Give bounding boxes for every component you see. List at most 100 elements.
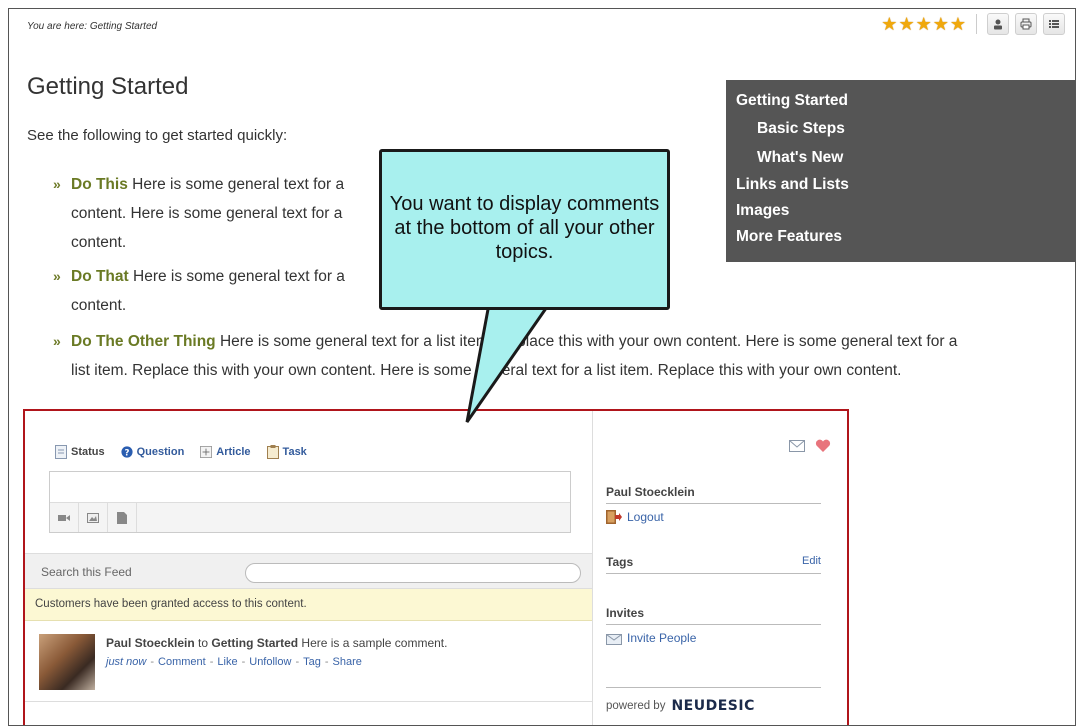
comment-action-comment[interactable]: Comment: [158, 656, 206, 668]
logout-icon: [606, 510, 622, 524]
list-item-lead: Do That: [71, 268, 129, 285]
tab-label: Question: [136, 446, 185, 458]
toolbar-divider: [976, 14, 977, 34]
chevron-right-icon: »: [53, 333, 61, 349]
file-button[interactable]: [108, 503, 137, 532]
user-button[interactable]: [987, 13, 1009, 35]
star-icon[interactable]: ★: [881, 14, 897, 34]
page-title: Getting Started: [27, 73, 189, 100]
invites-section: Invites Invite People: [606, 606, 821, 645]
logout-link[interactable]: Logout: [606, 510, 821, 524]
access-notice: Customers have been granted access to th…: [25, 589, 592, 621]
comment-text: Paul Stoecklein to Getting Started Here …: [106, 636, 447, 650]
invite-icon: [606, 634, 622, 645]
video-icon: [58, 514, 70, 521]
print-button[interactable]: [1015, 13, 1037, 35]
tab-label: Status: [71, 446, 105, 458]
tags-edit-link[interactable]: Edit: [802, 555, 821, 569]
powered-by-label: powered by: [606, 700, 666, 712]
feed-search-input[interactable]: [245, 563, 581, 583]
comment-time: just now: [106, 656, 147, 668]
star-icon[interactable]: ★: [933, 14, 949, 34]
list-item-text: Here is some general text for a: [133, 268, 345, 285]
feedback-widget: Status ? Question Article Task Search th…: [23, 409, 849, 725]
list-item: » Do That Here is some general text for …: [53, 262, 345, 291]
powered-by: powered by NEUDESIC: [606, 687, 821, 714]
intro-text: See the following to get started quickly…: [27, 127, 288, 144]
comment-body: Here is a sample comment.: [301, 636, 448, 650]
tags-label: Tags: [606, 555, 634, 569]
comment-action-share[interactable]: Share: [333, 656, 362, 668]
toc-item-links-and-lists[interactable]: Links and Lists: [736, 172, 1065, 198]
toc-button[interactable]: [1043, 13, 1065, 35]
callout-bubble: You want to display comments at the bott…: [379, 149, 670, 310]
list-item-lead: Do This: [71, 176, 128, 193]
widget-top-icons: [789, 439, 831, 453]
toc-icon: [1049, 20, 1059, 28]
breadcrumb: You are here: Getting Started: [27, 21, 158, 32]
callout-pointer: [465, 304, 551, 423]
search-label: Search this Feed: [41, 565, 132, 579]
list-item-text: Here is some general text for a list ite…: [219, 333, 958, 350]
toc-item-more-features[interactable]: More Features: [736, 224, 1065, 250]
list-item-line: content.: [71, 297, 127, 314]
mail-icon[interactable]: [789, 440, 805, 452]
neudesic-logo[interactable]: NEUDESIC: [671, 698, 754, 714]
topic-frame: You are here: Getting Started ★ ★ ★ ★ ★ …: [8, 8, 1076, 726]
comment-actions: just now - Comment - Like - Unfollow - Tag - Share: [106, 656, 362, 668]
toc-item-basic-steps[interactable]: Basic Steps: [736, 114, 1065, 143]
invites-header: Invites: [606, 606, 821, 625]
comment-divider: [25, 701, 592, 702]
feed-search-bar: Search this Feed: [25, 553, 592, 589]
comment-action-like[interactable]: Like: [217, 656, 237, 668]
comment-to: to: [198, 636, 209, 650]
comment-item: Paul Stoecklein to Getting Started Here …: [25, 622, 592, 702]
user-icon: [994, 19, 1002, 30]
comment-topic[interactable]: Getting Started: [211, 636, 298, 650]
tags-header: Tags Edit: [606, 555, 821, 574]
post-type-tabs: Status ? Question Article Task: [55, 445, 307, 459]
image-icon: [87, 512, 99, 523]
toc-item-images[interactable]: Images: [736, 198, 1065, 224]
list-item-line: content. Here is some general text for a: [71, 205, 343, 222]
list-item-lead: Do The Other Thing: [71, 333, 216, 350]
post-composer[interactable]: [49, 471, 571, 533]
user-name: Paul Stoecklein: [606, 485, 821, 504]
star-icon[interactable]: ★: [916, 14, 932, 34]
tab-article[interactable]: Article: [200, 445, 251, 459]
chevron-right-icon: »: [53, 176, 61, 192]
task-icon: [266, 445, 279, 459]
comment-action-tag[interactable]: Tag: [303, 656, 321, 668]
list-item-text: Here is some general text for a: [132, 176, 345, 193]
tab-status[interactable]: Status: [55, 445, 105, 459]
user-section: Paul Stoecklein Logout: [606, 485, 821, 524]
rating-stars[interactable]: ★ ★ ★ ★ ★: [881, 14, 966, 34]
star-icon[interactable]: ★: [950, 14, 966, 34]
star-icon[interactable]: ★: [898, 14, 914, 34]
tab-question[interactable]: ? Question: [121, 445, 185, 459]
feed-panel: Status ? Question Article Task Search th…: [25, 411, 593, 725]
tab-label: Task: [282, 446, 307, 458]
tab-label: Article: [216, 446, 251, 458]
tags-section: Tags Edit: [606, 555, 821, 574]
avatar[interactable]: [39, 634, 95, 690]
comment-action-unfollow[interactable]: Unfollow: [249, 656, 291, 668]
tab-task[interactable]: Task: [266, 445, 307, 459]
video-button[interactable]: [50, 503, 79, 532]
svg-text:?: ?: [124, 448, 129, 458]
list-item: » Do This Here is some general text for …: [53, 170, 345, 199]
toc-item-getting-started[interactable]: Getting Started: [736, 88, 1065, 114]
composer-toolbar: [50, 502, 570, 532]
comment-author[interactable]: Paul Stoecklein: [106, 636, 195, 650]
question-icon: ?: [121, 446, 133, 458]
mini-toc: Getting Started Basic Steps What's New L…: [726, 80, 1075, 262]
status-icon: [55, 445, 67, 459]
toc-item-whats-new[interactable]: What's New: [736, 143, 1065, 172]
list-item-line: content.: [71, 234, 127, 251]
image-button[interactable]: [79, 503, 108, 532]
print-icon: [1020, 18, 1032, 30]
chevron-right-icon: »: [53, 268, 61, 284]
user-panel: Paul Stoecklein Logout Tags Edit Invites…: [594, 411, 849, 725]
heart-icon[interactable]: [815, 439, 831, 453]
invite-people-link[interactable]: Invite People: [606, 631, 821, 645]
